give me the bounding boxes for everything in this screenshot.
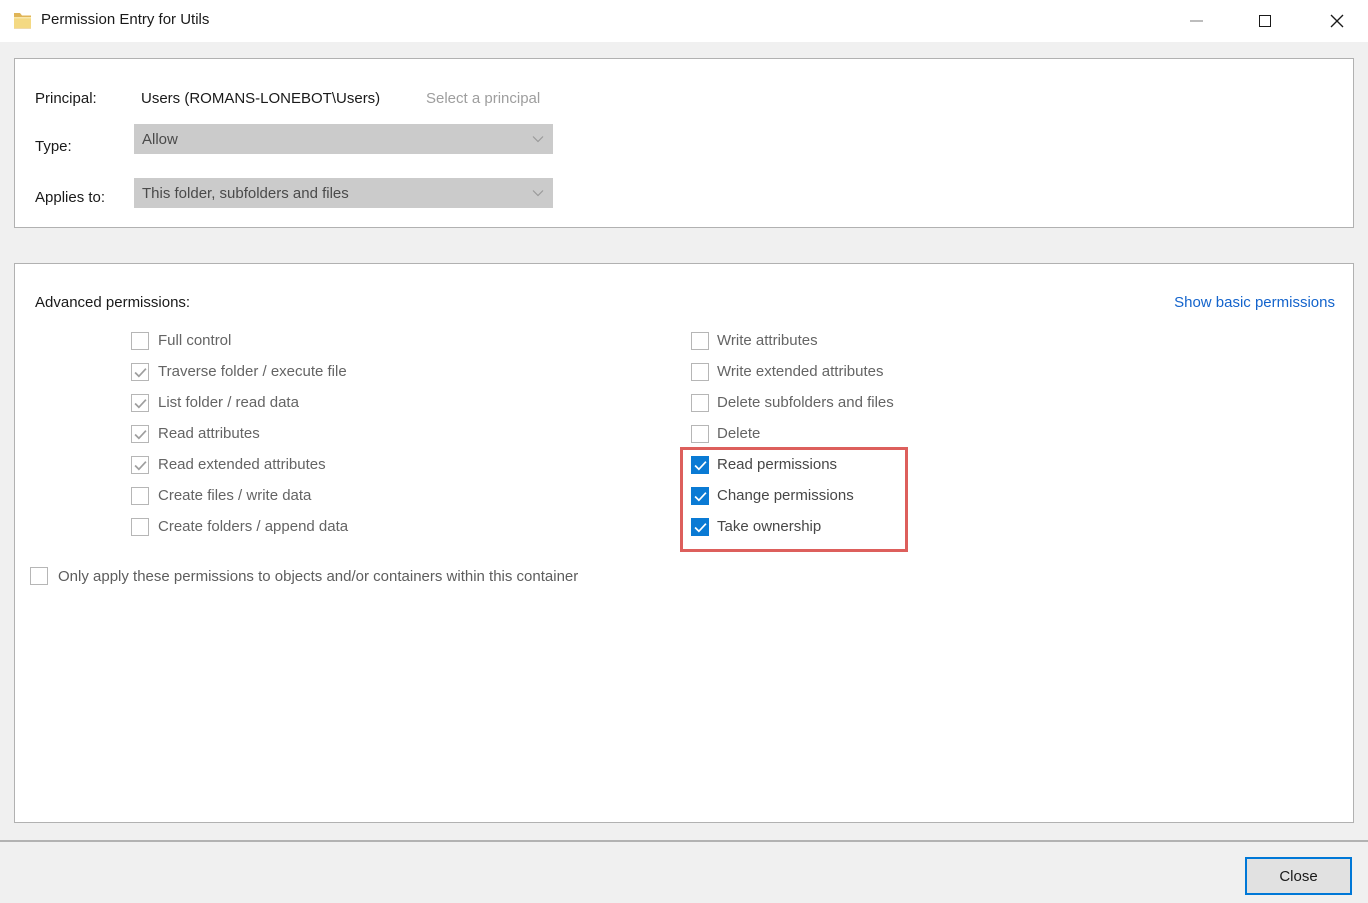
checkbox-label: Traverse folder / execute file (158, 363, 347, 380)
checkbox-label: Create folders / append data (158, 518, 348, 535)
check-icon (134, 460, 147, 471)
checkbox-label: Write attributes (717, 332, 818, 349)
checkbox-label: Read extended attributes (158, 456, 326, 473)
checkbox-read-permissions[interactable] (691, 456, 709, 474)
close-icon (1330, 14, 1344, 28)
close-button[interactable]: Close (1245, 857, 1352, 895)
checkbox-change-permissions[interactable] (691, 487, 709, 505)
advanced-permissions-section: Advanced permissions: Show basic permiss… (14, 263, 1354, 823)
permission-entry-dialog: { "window": { "title": "Permission Entry… (0, 0, 1368, 903)
checkbox-full-control[interactable] (131, 332, 149, 350)
maximize-button[interactable] (1248, 4, 1282, 38)
checkbox-label: Read attributes (158, 425, 260, 442)
principal-section: Principal: Users (ROMANS-LONEBOT\Users) … (14, 58, 1354, 228)
checkbox-label: Take ownership (717, 518, 821, 535)
applies-to-dropdown[interactable]: This folder, subfolders and files (134, 178, 553, 208)
show-basic-permissions-link[interactable]: Show basic permissions (1174, 294, 1335, 311)
checkbox-read-attributes[interactable] (131, 425, 149, 443)
applies-to-label: Applies to: (35, 189, 105, 206)
only-apply-label: Only apply these permissions to objects … (58, 568, 578, 585)
checkbox-create-folders[interactable] (131, 518, 149, 536)
checkbox-only-apply[interactable] (30, 567, 48, 585)
check-icon (694, 491, 707, 502)
check-icon (134, 367, 147, 378)
checkbox-label: Full control (158, 332, 231, 349)
check-icon (134, 429, 147, 440)
close-window-button[interactable] (1320, 4, 1354, 38)
checkbox-delete[interactable] (691, 425, 709, 443)
footer-divider (0, 840, 1368, 842)
checkbox-traverse-folder[interactable] (131, 363, 149, 381)
maximize-icon (1259, 15, 1271, 27)
type-dropdown[interactable]: Allow (134, 124, 553, 154)
minimize-icon (1190, 20, 1203, 22)
type-label: Type: (35, 138, 72, 155)
applies-to-dropdown-value: This folder, subfolders and files (142, 185, 349, 202)
advanced-permissions-header: Advanced permissions: (35, 294, 190, 311)
window-title: Permission Entry for Utils (41, 11, 209, 28)
select-principal-link[interactable]: Select a principal (426, 90, 540, 107)
checkbox-label: Create files / write data (158, 487, 311, 504)
checkbox-read-extended-attributes[interactable] (131, 456, 149, 474)
checkbox-label: Read permissions (717, 456, 837, 473)
folder-icon (13, 10, 32, 30)
check-icon (694, 522, 707, 533)
checkbox-write-attributes[interactable] (691, 332, 709, 350)
checkbox-label: Delete subfolders and files (717, 394, 894, 411)
checkbox-label: Write extended attributes (717, 363, 883, 380)
chevron-down-icon (532, 187, 544, 199)
checkbox-write-extended-attributes[interactable] (691, 363, 709, 381)
checkbox-label: Change permissions (717, 487, 854, 504)
principal-value: Users (ROMANS-LONEBOT\Users) (141, 90, 380, 107)
checkbox-create-files[interactable] (131, 487, 149, 505)
check-icon (134, 398, 147, 409)
checkbox-list-folder[interactable] (131, 394, 149, 412)
check-icon (694, 460, 707, 471)
title-bar: Permission Entry for Utils (0, 0, 1368, 42)
principal-label: Principal: (35, 90, 97, 107)
checkbox-label: Delete (717, 425, 760, 442)
checkbox-take-ownership[interactable] (691, 518, 709, 536)
checkbox-delete-subfolders[interactable] (691, 394, 709, 412)
type-dropdown-value: Allow (142, 131, 178, 148)
minimize-button[interactable] (1179, 4, 1213, 38)
checkbox-label: List folder / read data (158, 394, 299, 411)
chevron-down-icon (532, 133, 544, 145)
